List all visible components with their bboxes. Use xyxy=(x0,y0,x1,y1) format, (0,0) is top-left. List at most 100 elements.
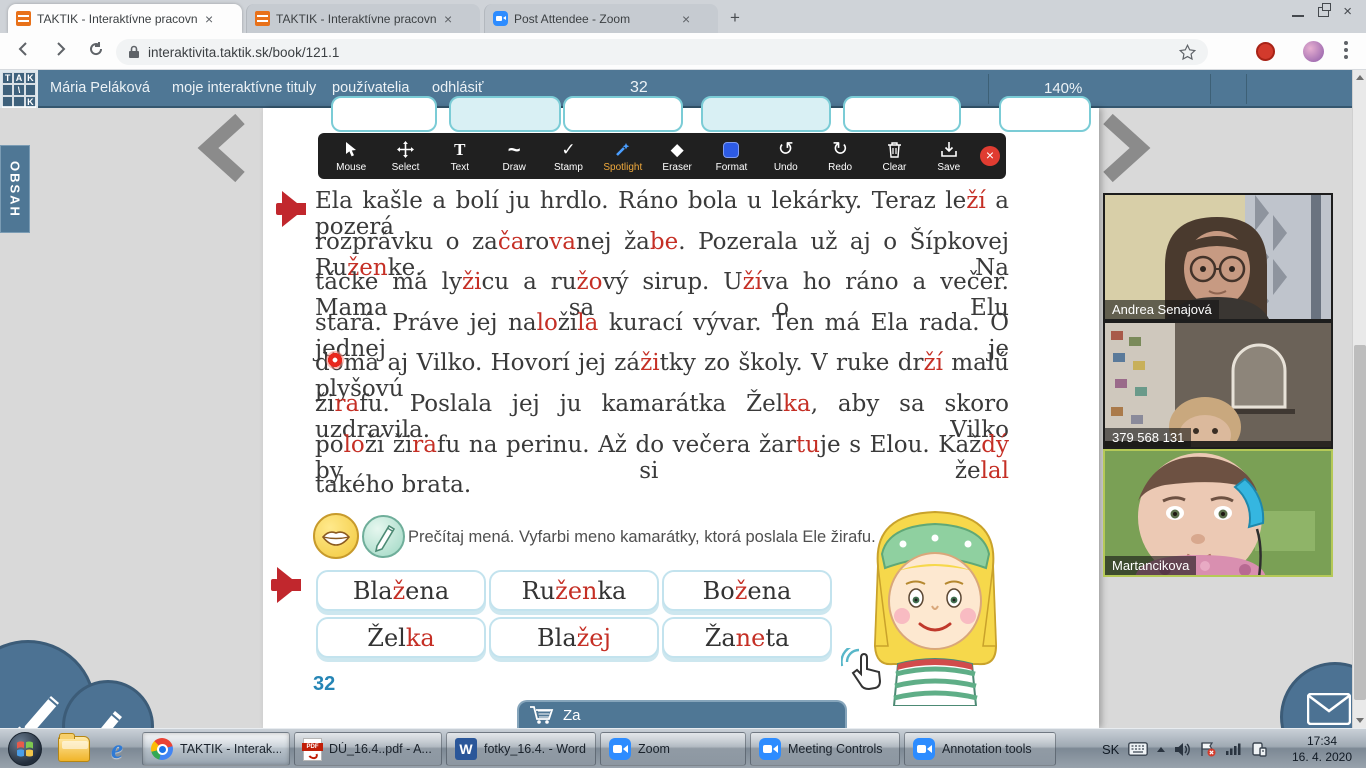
anno-mouse[interactable]: Mouse xyxy=(324,133,378,179)
app-toolbar: TAK\K Mária Peláková moje interaktívne t… xyxy=(0,70,1366,108)
scroll-up-button[interactable] xyxy=(1353,70,1366,85)
anno-stamp[interactable]: ✓ Stamp xyxy=(541,133,595,179)
audio-speaker-icon[interactable] xyxy=(276,190,308,233)
video-participant-1[interactable]: Andrea Senajová xyxy=(1103,193,1333,321)
safely-remove-icon[interactable] xyxy=(1251,741,1267,757)
taskbar-zoom-button[interactable]: Zoom xyxy=(600,732,746,766)
name-option-button[interactable]: Ruženka xyxy=(489,570,659,611)
name-option-button[interactable]: Želka xyxy=(316,617,486,658)
taktik-favicon xyxy=(255,11,270,26)
workbook-page: Mouse Select T Text ~ Draw ✓ Stamp xyxy=(263,108,1099,728)
browser-tab-2[interactable]: TAKTIK - Interaktívne pracovné z × xyxy=(246,4,480,33)
name-option-button[interactable]: Žaneta xyxy=(662,617,832,658)
cart-tab[interactable]: Za xyxy=(517,700,847,728)
taskbar-clock[interactable]: 17:34 16. 4. 2020 xyxy=(1286,733,1358,765)
name-option-button[interactable]: Blažena xyxy=(316,570,486,611)
zoom-app-icon xyxy=(609,738,631,760)
url-field[interactable]: interaktivita.taktik.sk/book/121.1 xyxy=(116,39,1208,65)
tab-close-icon[interactable]: × xyxy=(682,12,690,26)
tab-close-icon[interactable]: × xyxy=(444,12,452,26)
forward-button[interactable] xyxy=(48,40,72,64)
start-button[interactable] xyxy=(8,732,42,766)
clock-date: 16. 4. 2020 xyxy=(1286,749,1358,765)
video-participant-2[interactable]: 379 568 131 xyxy=(1103,321,1333,449)
scrollbar-thumb[interactable] xyxy=(1354,345,1366,700)
video-participant-3[interactable]: Martancikova xyxy=(1103,449,1333,577)
eraser-diamond-icon: ◆ xyxy=(671,140,684,160)
scroll-down-button[interactable] xyxy=(1353,713,1366,728)
browser-tab-3[interactable]: Post Attendee - Zoom × xyxy=(484,4,718,33)
reload-button[interactable] xyxy=(84,40,108,64)
window-restore-button[interactable] xyxy=(1318,7,1329,17)
anno-text[interactable]: T Text xyxy=(433,133,487,179)
trash-icon xyxy=(887,140,902,160)
answer-box-peek[interactable] xyxy=(999,96,1091,132)
internet-explorer-button[interactable]: e xyxy=(102,734,132,764)
language-indicator[interactable]: SK xyxy=(1102,742,1119,757)
text-line: rozprávku o začarovanej žabe. Pozerala u… xyxy=(315,229,1009,270)
annotation-close-button[interactable]: × xyxy=(980,146,1000,166)
system-tray: SK xyxy=(1102,729,1267,768)
anno-select[interactable]: Select xyxy=(378,133,432,179)
taskbar-pdf-button[interactable]: PDF DÚ_16.4..pdf - A... xyxy=(294,732,442,766)
taskbar-word-button[interactable]: W fotky_16.4. - Word xyxy=(446,732,596,766)
word-icon: W xyxy=(455,738,477,760)
browser-scrollbar[interactable] xyxy=(1352,70,1366,728)
text-icon: T xyxy=(454,140,465,160)
taskbar-annotation-tools-button[interactable]: Annotation tools xyxy=(904,732,1056,766)
action-center-flag-icon[interactable] xyxy=(1200,742,1216,757)
profile-avatar[interactable] xyxy=(1303,41,1324,62)
anno-eraser[interactable]: ◆ Eraser xyxy=(650,133,704,179)
pdf-icon: PDF xyxy=(303,738,322,761)
answer-box-peek[interactable] xyxy=(701,96,831,132)
name-option-button[interactable]: Blažej xyxy=(489,617,659,658)
check-icon: ✓ xyxy=(561,140,575,160)
redo-icon: ↻ xyxy=(832,140,848,160)
text-line: Ela kašle a bolí ju hrdlo. Ráno bola u l… xyxy=(315,188,1009,229)
answer-box-peek[interactable] xyxy=(843,96,961,132)
anno-clear[interactable]: Clear xyxy=(867,133,921,179)
answer-box-peek[interactable] xyxy=(331,96,437,132)
tab-title: Post Attendee - Zoom xyxy=(514,12,674,26)
url-text: interaktivita.taktik.sk/book/121.1 xyxy=(148,45,339,60)
next-page-chevron[interactable] xyxy=(1100,113,1156,188)
name-option-button[interactable]: Božena xyxy=(662,570,832,611)
nav-my-titles[interactable]: moje interaktívne tituly xyxy=(172,70,316,106)
volume-icon[interactable] xyxy=(1174,742,1191,757)
anno-draw[interactable]: ~ Draw xyxy=(487,133,541,179)
nav-user[interactable]: Mária Peláková xyxy=(50,70,150,106)
zoom-app-icon xyxy=(913,738,935,760)
anno-redo[interactable]: ↻ Redo xyxy=(813,133,867,179)
file-explorer-button[interactable] xyxy=(58,736,90,762)
browser-tab-1[interactable]: TAKTIK - Interaktívne pracovné z × xyxy=(8,4,242,33)
keyboard-icon[interactable] xyxy=(1128,742,1148,756)
extension-icon[interactable] xyxy=(1256,42,1275,61)
network-signal-icon[interactable] xyxy=(1225,742,1242,756)
audio-speaker-icon[interactable] xyxy=(271,566,303,609)
window-close-button[interactable]: × xyxy=(1343,7,1352,17)
zoom-app-icon xyxy=(759,738,781,760)
back-button[interactable] xyxy=(12,40,36,64)
obsah-tab[interactable]: OBSAH xyxy=(0,145,30,233)
format-color-icon xyxy=(723,140,739,160)
anno-spotlight[interactable]: Spotlight xyxy=(596,133,650,179)
taskbar-chrome-button[interactable]: TAKTIK - Interak... xyxy=(142,732,290,766)
taktik-logo[interactable]: TAK\K xyxy=(0,70,38,108)
show-hidden-icons-button[interactable] xyxy=(1157,747,1165,752)
new-tab-button[interactable]: + xyxy=(724,8,746,28)
content-area: OBSAH Mouse xyxy=(0,108,1366,728)
answer-box-peek[interactable] xyxy=(449,96,561,132)
prev-page-chevron[interactable] xyxy=(192,113,248,188)
participant-name: 379 568 131 xyxy=(1105,428,1191,447)
tab-close-icon[interactable]: × xyxy=(205,12,213,26)
anno-undo[interactable]: ↺ Undo xyxy=(759,133,813,179)
anno-format[interactable]: Format xyxy=(704,133,758,179)
window-minimize-button[interactable] xyxy=(1292,7,1304,17)
browser-menu-icon[interactable] xyxy=(1344,41,1348,45)
taskbar-meeting-controls-button[interactable]: Meeting Controls xyxy=(750,732,900,766)
answer-box-peek[interactable] xyxy=(563,96,683,132)
text-line: položí žirafu na perinu. Až do večera ža… xyxy=(315,432,1009,473)
bookmark-star-icon[interactable] xyxy=(1179,44,1196,61)
zoom-favicon xyxy=(493,11,508,26)
anno-save[interactable]: Save xyxy=(922,133,976,179)
